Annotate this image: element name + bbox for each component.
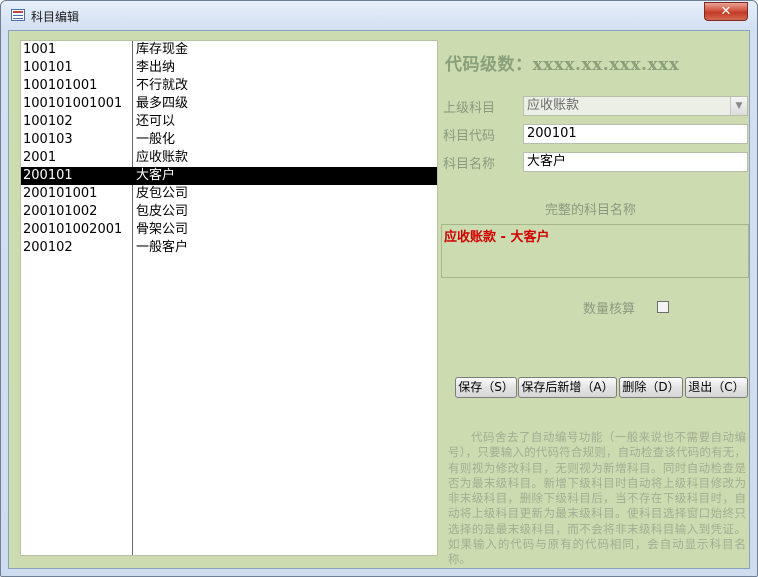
chevron-down-icon[interactable]: ▼ (730, 97, 747, 115)
quantity-accounting-label: 数量核算 (583, 302, 636, 317)
account-code-cell: 1001 (23, 42, 57, 57)
list-item[interactable]: 200101002 包皮公司 (21, 203, 437, 221)
list-item[interactable]: 200101 大客户 (21, 167, 437, 185)
list-item[interactable]: 200101001 皮包公司 (21, 185, 437, 203)
account-name-cell: 不行就改 (136, 78, 189, 93)
account-code-cell: 100101001 (23, 78, 98, 93)
window-title: 科目编辑 (31, 10, 80, 24)
list-item[interactable]: 200102 一般客户 (21, 239, 437, 257)
account-name-cell: 还可以 (136, 114, 176, 129)
account-name-cell: 骨架公司 (136, 222, 189, 237)
account-code-cell: 200101002001 (23, 222, 123, 237)
quantity-accounting-checkbox[interactable] (657, 301, 669, 313)
save-button[interactable]: 保存（S） (455, 377, 517, 398)
account-name-input[interactable]: 大客户 (523, 152, 748, 172)
help-text: 代码舍去了自动编号功能（一般来说也不需要自动编号），只要输入的代码符合规则，自动… (448, 430, 746, 567)
parent-account-label: 上级科目 (443, 101, 496, 116)
parent-account-select[interactable]: 应收账款 ▼ (523, 96, 748, 116)
code-levels-heading: 代码级数：xxxx.xx.xxx.xxx (445, 55, 680, 75)
full-name-label: 完整的科目名称 (545, 203, 637, 218)
account-code-cell: 200101001 (23, 186, 98, 201)
list-item[interactable]: 100101001001 最多四级 (21, 95, 437, 113)
account-list[interactable]: 1001 库存现金 100101 李出纳 100101001 不行就改 1001010010… (20, 40, 438, 556)
form-body: 1001 库存现金 100101 李出纳 100101001 不行就改 1001010010… (8, 30, 750, 569)
form-icon (11, 9, 25, 21)
account-name-cell: 包皮公司 (136, 204, 189, 219)
account-code-label: 科目代码 (443, 129, 496, 144)
account-code-cell: 2001 (23, 150, 57, 165)
account-edit-window: 科目编辑 ✕ 1001 库存现金 100101 李出纳 100101001 不行就改 100… (0, 0, 758, 577)
account-name-cell: 李出纳 (136, 60, 176, 75)
account-code-cell: 100101 (23, 60, 73, 75)
list-item[interactable]: 2001 应收账款 (21, 149, 437, 167)
account-name-cell: 一般客户 (136, 240, 189, 255)
save-and-new-button[interactable]: 保存后新增（A） (518, 377, 617, 398)
account-code-cell: 200101 (23, 168, 73, 183)
account-code-cell: 200101002 (23, 204, 98, 219)
title-bar[interactable]: 科目编辑 ✕ (1, 1, 757, 31)
account-name-cell: 一般化 (136, 132, 176, 147)
account-code-cell: 100101001001 (23, 96, 123, 111)
account-code-cell: 100102 (23, 114, 73, 129)
close-button[interactable]: ✕ (704, 2, 748, 21)
list-item[interactable]: 100103 一般化 (21, 131, 437, 149)
exit-button[interactable]: 退出（C） (685, 377, 748, 398)
list-item[interactable]: 100101001 不行就改 (21, 77, 437, 95)
account-code-input[interactable]: 200101 (523, 124, 748, 144)
list-item[interactable]: 100101 李出纳 (21, 59, 437, 77)
account-name-cell: 最多四级 (136, 96, 189, 111)
list-item[interactable]: 100102 还可以 (21, 113, 437, 131)
account-name-cell: 应收账款 (136, 150, 189, 165)
account-name-label: 科目名称 (443, 157, 496, 172)
account-name-cell: 大客户 (136, 168, 176, 183)
list-item[interactable]: 200101002001 骨架公司 (21, 221, 437, 239)
full-name-value: 应收账款 - 大客户 (444, 230, 550, 245)
account-code-cell: 200102 (23, 240, 73, 255)
delete-button[interactable]: 删除（D） (619, 377, 683, 398)
account-code-cell: 100103 (23, 132, 73, 147)
account-name-cell: 皮包公司 (136, 186, 189, 201)
list-item[interactable]: 1001 库存现金 (21, 41, 437, 59)
account-name-cell: 库存现金 (136, 42, 189, 57)
parent-account-value: 应收账款 (527, 98, 580, 113)
